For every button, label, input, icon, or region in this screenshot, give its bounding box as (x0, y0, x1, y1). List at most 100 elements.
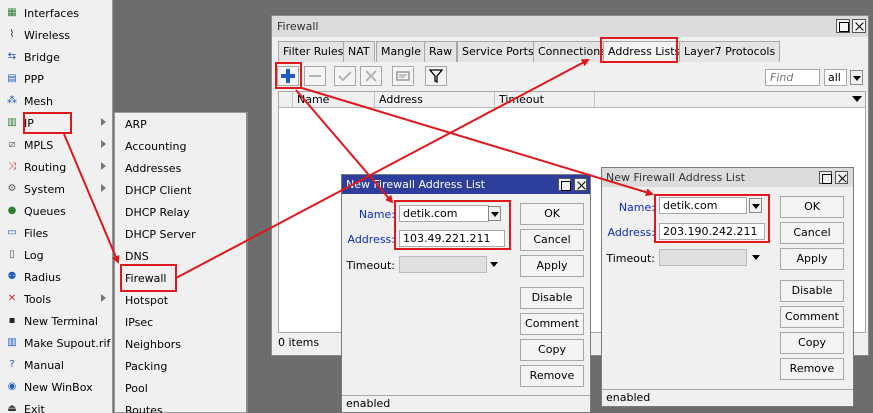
ip-submenu-item-dns[interactable]: DNS (125, 246, 149, 268)
address-field[interactable]: 103.49.221.211 (399, 230, 505, 247)
disable-button[interactable]: Disable (780, 280, 844, 302)
name-field[interactable]: detik.com (659, 197, 747, 214)
menu-item-label: Log (24, 248, 44, 262)
firewall-titlebar[interactable]: Firewall (272, 16, 868, 37)
ip-submenu-item-addresses[interactable]: Addresses (125, 158, 181, 180)
menu-item-queues[interactable]: ● Queues (0, 200, 112, 222)
mpls-icon: ⧄ (8, 139, 16, 150)
dialog-title: New Firewall Address List (346, 178, 485, 191)
tab-address-lists[interactable]: Address Lists (603, 41, 686, 62)
address-label: Address: (607, 226, 655, 239)
menu-item-log[interactable]: ▯ Log (0, 244, 112, 266)
terminal-icon: ▪ (8, 315, 16, 326)
menu-item-ip[interactable]: ▥ IP (0, 112, 112, 134)
menu-item-manual[interactable]: ? Manual (0, 354, 112, 376)
cancel-button[interactable]: Cancel (780, 222, 844, 244)
name-dropdown-arrow-icon[interactable] (488, 206, 501, 221)
add-button[interactable] (277, 66, 299, 86)
col-name[interactable]: Name (293, 92, 375, 107)
new-address-list-dialog-2: New Firewall Address List Name: detik.co… (601, 167, 854, 407)
menu-item-make-supout-rif[interactable]: ▥ Make Supout.rif (0, 332, 112, 354)
ip-submenu-item-packing[interactable]: Packing (125, 356, 167, 378)
tab-nat[interactable]: NAT (343, 41, 375, 62)
ip-submenu-item-ipsec[interactable]: IPsec (125, 312, 153, 334)
disable-button[interactable]: Disable (520, 287, 584, 309)
apply-button[interactable]: Apply (780, 248, 844, 270)
menu-item-label: Radius (24, 270, 61, 284)
find-input[interactable] (765, 69, 820, 86)
timeout-field[interactable] (399, 256, 487, 273)
comment-button[interactable]: Comment (780, 306, 844, 328)
ip-submenu-item-neighbors[interactable]: Neighbors (125, 334, 181, 356)
check-icon (338, 71, 352, 82)
ip-submenu-item-firewall[interactable]: Firewall (125, 268, 166, 290)
menu-item-label: Manual (24, 358, 64, 372)
menu-item-mpls[interactable]: ⧄ MPLS (0, 134, 112, 156)
maximize-icon[interactable] (558, 178, 571, 191)
timeout-arrow-icon[interactable] (752, 255, 760, 260)
dialog-titlebar[interactable]: New Firewall Address List (602, 168, 853, 187)
ip-submenu-item-dhcp-server[interactable]: DHCP Server (125, 224, 196, 246)
remove-button[interactable] (304, 66, 326, 86)
ip-submenu-item-dhcp-relay[interactable]: DHCP Relay (125, 202, 190, 224)
tab-mangle[interactable]: Mangle (376, 41, 427, 62)
menu-item-mesh[interactable]: ⁂ Mesh (0, 90, 112, 112)
menu-item-radius[interactable]: ⚉ Radius (0, 266, 112, 288)
tab-service-ports[interactable]: Service Ports (457, 41, 539, 62)
maximize-icon[interactable] (819, 171, 832, 184)
col-address[interactable]: Address (375, 92, 495, 107)
close-icon[interactable] (852, 19, 866, 33)
tab-layer7-protocols[interactable]: Layer7 Protocols (679, 41, 781, 62)
enable-button[interactable] (334, 66, 356, 86)
tab-connections[interactable]: Connections (533, 41, 611, 62)
close-icon[interactable] (574, 178, 587, 191)
dialog-titlebar[interactable]: New Firewall Address List (342, 175, 590, 194)
ip-submenu-item-accounting[interactable]: Accounting (125, 136, 186, 158)
comment-button[interactable] (392, 66, 414, 86)
cancel-button[interactable]: Cancel (520, 229, 584, 251)
menu-item-ppp[interactable]: ▤ PPP (0, 68, 112, 90)
menu-item-new-winbox[interactable]: ◉ New WinBox (0, 376, 112, 398)
maximize-icon[interactable] (836, 19, 850, 33)
menu-item-system[interactable]: ⚙ System (0, 178, 112, 200)
ok-button[interactable]: OK (780, 196, 844, 218)
tab-filter-rules[interactable]: Filter Rules (278, 41, 349, 62)
menu-item-bridge[interactable]: ⇆ Bridge (0, 46, 112, 68)
ip-submenu-item-arp[interactable]: ARP (125, 114, 147, 136)
ok-button[interactable]: OK (520, 203, 584, 225)
tab-raw[interactable]: Raw (424, 41, 458, 62)
col-flag[interactable] (279, 92, 293, 107)
filter-button[interactable] (425, 66, 447, 86)
menu-item-routing[interactable]: ⤨ Routing (0, 156, 112, 178)
menu-item-interfaces[interactable]: ▦ Interfaces (0, 2, 112, 24)
supout-icon: ▥ (7, 337, 17, 348)
col-timeout[interactable]: Timeout (495, 92, 595, 107)
remove-button[interactable]: Remove (520, 365, 584, 387)
firewall-title: Firewall (277, 20, 319, 33)
comment-button[interactable]: Comment (520, 313, 584, 335)
timeout-field[interactable] (659, 249, 747, 266)
close-icon[interactable] (835, 171, 848, 184)
copy-button[interactable]: Copy (780, 332, 844, 354)
menu-item-label: Mesh (24, 94, 53, 108)
timeout-arrow-icon[interactable] (490, 262, 498, 267)
column-menu-arrow-icon[interactable] (852, 96, 862, 102)
menu-item-files[interactable]: ▭ Files (0, 222, 112, 244)
copy-button[interactable]: Copy (520, 339, 584, 361)
ip-submenu-item-dhcp-client[interactable]: DHCP Client (125, 180, 191, 202)
filter-dropdown-arrow-icon[interactable] (850, 70, 863, 85)
menu-item-wireless[interactable]: ⌇ Wireless (0, 24, 112, 46)
name-dropdown-arrow-icon[interactable] (749, 198, 762, 213)
apply-button[interactable]: Apply (520, 255, 584, 277)
menu-item-tools[interactable]: ✕ Tools (0, 288, 112, 310)
name-field[interactable]: detik.com (399, 205, 489, 222)
address-field[interactable]: 203.190.242.211 (659, 223, 765, 240)
filter-select[interactable]: all (824, 69, 847, 86)
menu-item-exit[interactable]: ⏏ Exit (0, 398, 112, 413)
remove-button[interactable]: Remove (780, 358, 844, 380)
ip-submenu-item-routes[interactable]: Routes (125, 400, 163, 413)
disable-button[interactable] (360, 66, 382, 86)
menu-item-new-terminal[interactable]: ▪ New Terminal (0, 310, 112, 332)
ip-submenu-item-pool[interactable]: Pool (125, 378, 148, 400)
ip-submenu-item-hotspot[interactable]: Hotspot (125, 290, 168, 312)
